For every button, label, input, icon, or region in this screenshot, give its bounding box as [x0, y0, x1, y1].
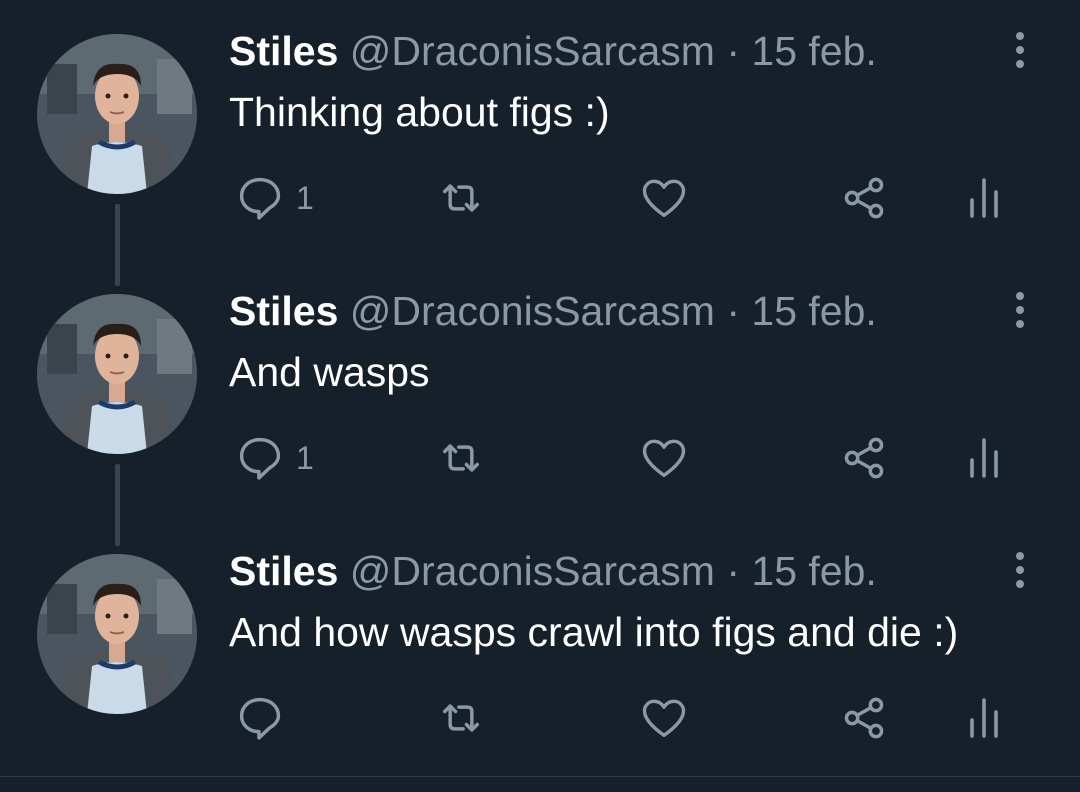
header-separator: ·: [726, 28, 741, 74]
retweet-button[interactable]: [435, 172, 487, 224]
header-separator: ·: [726, 548, 741, 594]
tweet-header: Stiles @DraconisSarcasm · 15 feb.: [229, 286, 877, 336]
reply-button[interactable]: [234, 692, 296, 744]
header-separator: ·: [726, 288, 741, 334]
analytics-button[interactable]: [966, 432, 1002, 484]
more-icon: [1016, 292, 1024, 328]
avatar-image: [37, 554, 197, 714]
reply-count: 1: [296, 179, 314, 216]
tweet-text: And how wasps crawl into figs and die :): [229, 609, 959, 655]
author-handle[interactable]: @DraconisSarcasm: [350, 288, 715, 334]
author-handle[interactable]: @DraconisSarcasm: [350, 28, 715, 74]
avatar[interactable]: [37, 554, 197, 714]
more-icon: [1016, 552, 1024, 588]
analytics-icon: [970, 178, 998, 218]
tweet[interactable]: Stiles @DraconisSarcasm · 15 feb. And wa…: [0, 260, 1080, 520]
tweet-date[interactable]: 15 feb.: [751, 28, 876, 74]
like-icon: [642, 179, 686, 218]
like-icon: [642, 699, 686, 738]
share-icon: [844, 437, 884, 479]
tweet-text: Thinking about figs :): [229, 89, 610, 135]
tweet-date[interactable]: 15 feb.: [751, 548, 876, 594]
reply-icon: [239, 437, 281, 480]
analytics-button[interactable]: [966, 692, 1002, 744]
more-options-button[interactable]: [1008, 290, 1032, 330]
tweet-thread: Stiles @DraconisSarcasm · 15 feb. Thinki…: [0, 0, 1080, 792]
reply-count: 1: [296, 439, 314, 476]
avatar-image: [37, 294, 197, 454]
reply-button[interactable]: 1: [234, 432, 314, 484]
author-name[interactable]: Stiles: [229, 548, 338, 594]
share-icon: [844, 697, 884, 739]
retweet-icon: [443, 704, 479, 732]
tweet[interactable]: Stiles @DraconisSarcasm · 15 feb. And ho…: [0, 520, 1080, 780]
retweet-icon: [443, 184, 479, 212]
more-options-button[interactable]: [1008, 30, 1032, 70]
bottom-divider: [0, 776, 1080, 777]
share-icon: [844, 177, 884, 219]
analytics-icon: [970, 438, 998, 478]
tweet[interactable]: Stiles @DraconisSarcasm · 15 feb. Thinki…: [0, 0, 1080, 260]
share-button[interactable]: [838, 432, 890, 484]
tweet-header: Stiles @DraconisSarcasm · 15 feb.: [229, 26, 877, 76]
analytics-icon: [970, 698, 998, 738]
author-name[interactable]: Stiles: [229, 28, 338, 74]
share-button[interactable]: [838, 692, 890, 744]
like-button[interactable]: [638, 432, 690, 484]
more-options-button[interactable]: [1008, 550, 1032, 590]
avatar[interactable]: [37, 294, 197, 454]
reply-button[interactable]: 1: [234, 172, 314, 224]
reply-icon: [239, 177, 281, 220]
retweet-button[interactable]: [435, 432, 487, 484]
retweet-button[interactable]: [435, 692, 487, 744]
more-icon: [1016, 32, 1024, 68]
like-button[interactable]: [638, 172, 690, 224]
author-name[interactable]: Stiles: [229, 288, 338, 334]
share-button[interactable]: [838, 172, 890, 224]
avatar[interactable]: [37, 34, 197, 194]
avatar-image: [37, 34, 197, 194]
tweet-header: Stiles @DraconisSarcasm · 15 feb.: [229, 546, 877, 596]
reply-icon: [239, 697, 281, 740]
retweet-icon: [443, 444, 479, 472]
like-icon: [642, 439, 686, 478]
tweet-date[interactable]: 15 feb.: [751, 288, 876, 334]
like-button[interactable]: [638, 692, 690, 744]
author-handle[interactable]: @DraconisSarcasm: [350, 548, 715, 594]
tweet-text: And wasps: [229, 349, 430, 395]
analytics-button[interactable]: [966, 172, 1002, 224]
